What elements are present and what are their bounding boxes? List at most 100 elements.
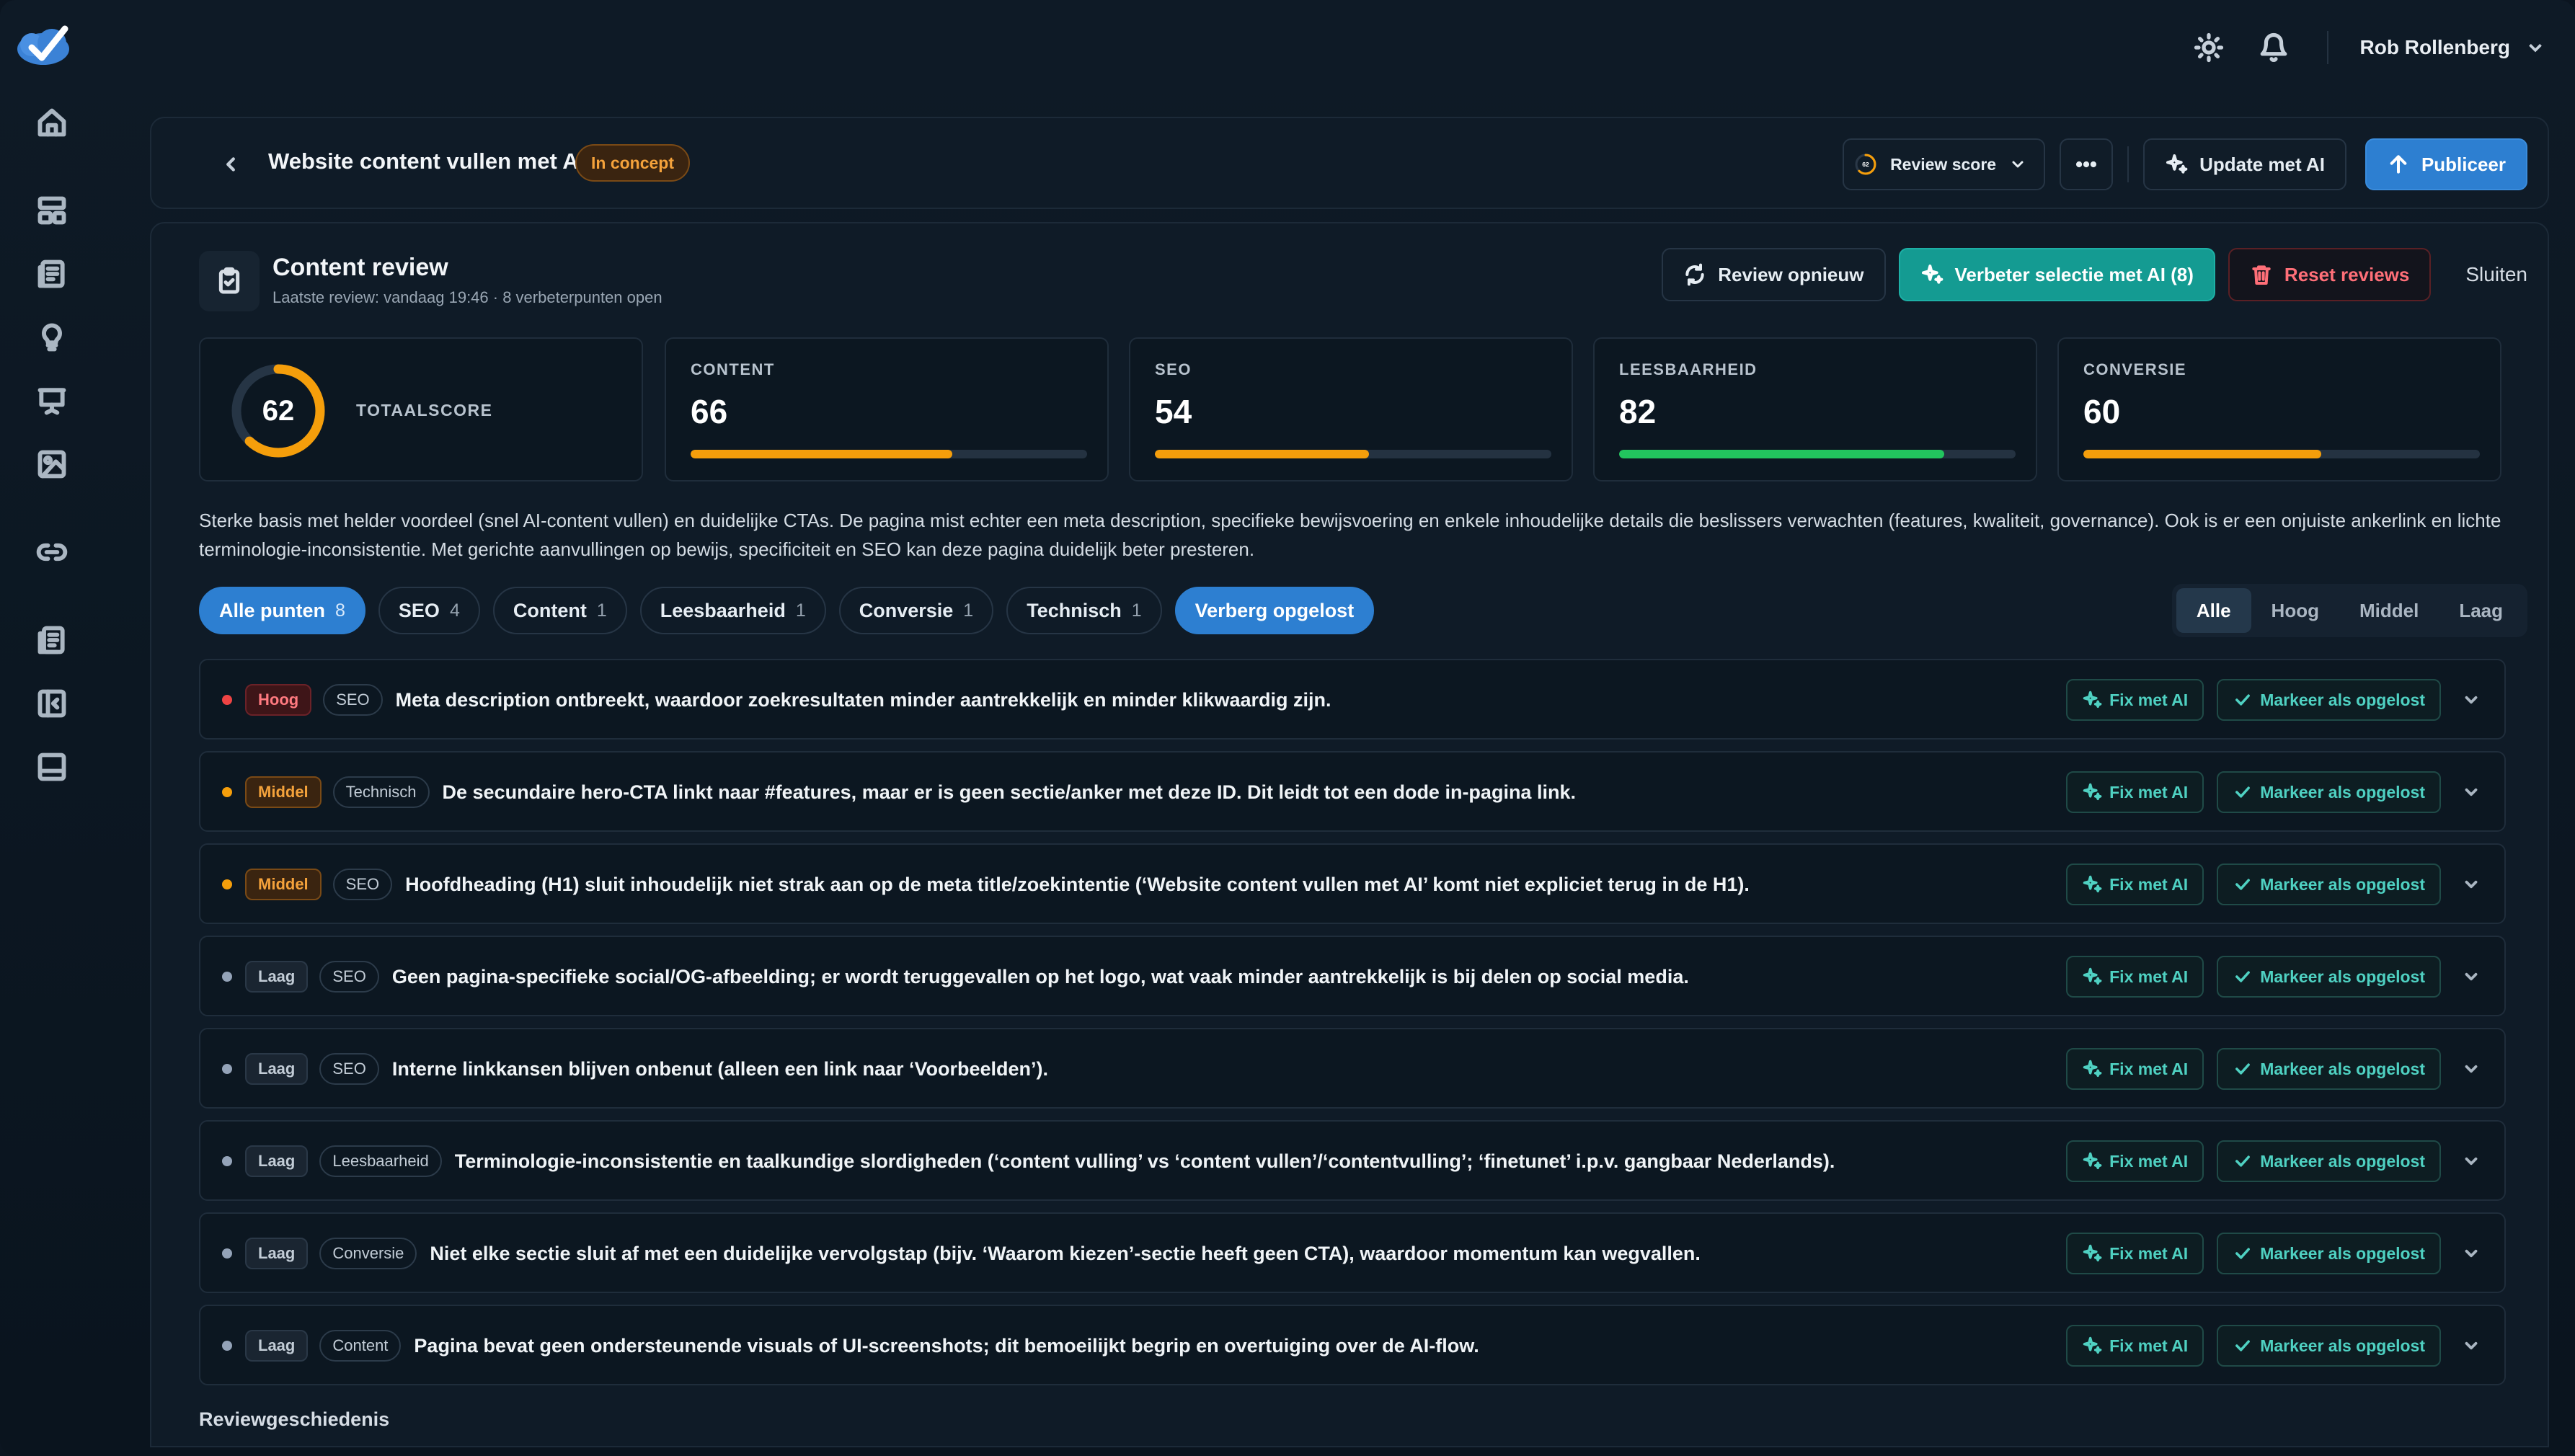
mark-resolved-button[interactable]: Markeer als opgelost [2217, 956, 2441, 998]
close-link[interactable]: Sluiten [2465, 263, 2527, 286]
filter-chip-leesbaarheid[interactable]: Leesbaarheid 1 [639, 587, 826, 634]
issue-row[interactable]: Hoog SEO Meta description ontbreekt, waard… [199, 659, 2506, 740]
user-menu[interactable]: Rob Rollenberg [2360, 36, 2546, 59]
category-tag: SEO [319, 1053, 379, 1085]
mark-resolved-button[interactable]: Markeer als opgelost [2217, 771, 2441, 813]
fix-with-ai-button[interactable]: Fix met AI [2066, 956, 2204, 998]
check-icon [2235, 1340, 2251, 1351]
issue-content: Laag Conversie Niet elke sectie sluit af m… [245, 1235, 1701, 1271]
filter-chip-technisch[interactable]: Technisch 1 [1006, 587, 1162, 634]
mark-resolved-label: Markeer als opgelost [2260, 1059, 2425, 1078]
severity-tab-hoog[interactable]: Hoog [2251, 588, 2339, 633]
publish-button[interactable]: Publiceer [2365, 138, 2527, 190]
score-card-label: SEO [1155, 360, 1192, 378]
category-tag: SEO [332, 869, 393, 900]
fix-with-ai-button[interactable]: Fix met AI [2066, 1325, 2204, 1367]
theme-toggle-icon[interactable] [2187, 26, 2230, 69]
expand-button[interactable] [2452, 773, 2490, 811]
severity-tab-middel[interactable]: Middel [2339, 588, 2439, 633]
review-score-value: 62 [1862, 161, 1869, 168]
panel-bottom-icon[interactable] [32, 747, 72, 787]
review-score-ring: 62 [1855, 154, 1876, 175]
fix-with-ai-button[interactable]: Fix met AI [2066, 1233, 2204, 1274]
issue-actions: Fix met AI Markeer als opgelost [2053, 1231, 2490, 1276]
hide-resolved-toggle[interactable]: Verberg opgelost [1174, 587, 1375, 634]
fix-with-ai-button[interactable]: Fix met AI [2066, 771, 2204, 813]
severity-tab-laag[interactable]: Laag [2439, 588, 2523, 633]
priority-badge: Middel [245, 776, 322, 808]
mark-resolved-button[interactable]: Markeer als opgelost [2217, 1140, 2441, 1182]
document-list-icon[interactable] [32, 620, 72, 660]
home-icon[interactable] [32, 102, 72, 143]
filter-chip-content[interactable]: Content 1 [492, 587, 627, 634]
mark-resolved-button[interactable]: Markeer als opgelost [2217, 1048, 2441, 1090]
category-tag: SEO [319, 961, 379, 993]
more-options-button[interactable] [2060, 138, 2114, 190]
issue-row[interactable]: Laag SEO Interne linkkansen blijven onbenu… [199, 1028, 2506, 1109]
filter-chip-alle-punten[interactable]: Alle punten 8 [199, 587, 365, 634]
pages-icon[interactable] [32, 254, 72, 294]
arrow-up-icon [2390, 155, 2407, 174]
issue-text: Meta description ontbreekt, waardoor zoe… [395, 688, 1331, 711]
check-icon [2235, 1248, 2251, 1259]
filter-chip-conversie[interactable]: Conversie 1 [838, 587, 994, 634]
reset-reviews-button[interactable]: Reset reviews [2228, 248, 2432, 301]
check-icon [2235, 1063, 2251, 1075]
review-score-label: Review score [1890, 154, 1997, 174]
publish-label: Publiceer [2421, 153, 2506, 175]
category-tag: Content [319, 1330, 402, 1362]
link-icon[interactable] [32, 532, 72, 572]
bell-icon[interactable] [2252, 26, 2295, 69]
mark-resolved-button[interactable]: Markeer als opgelost [2217, 1233, 2441, 1274]
fix-with-ai-button[interactable]: Fix met AI [2066, 679, 2204, 721]
logo[interactable] [10, 19, 82, 71]
score-progress-bar [2083, 450, 2480, 458]
sparkles-icon [2083, 1060, 2102, 1078]
issue-actions: Fix met AI Markeer als opgelost [2053, 1047, 2490, 1091]
filter-chip-label: Technisch [1027, 599, 1122, 621]
image-icon[interactable] [32, 444, 72, 484]
chevron-down-icon [2465, 1157, 2478, 1166]
sparkles-icon [2083, 1336, 2102, 1354]
expand-button[interactable] [2452, 1142, 2490, 1180]
issue-row[interactable]: Middel Technisch De secundaire hero-CTA li… [199, 751, 2506, 832]
issue-row[interactable]: Laag Conversie Niet elke sectie sluit af m… [199, 1212, 2506, 1293]
review-score-dropdown[interactable]: 62 Review score [1843, 138, 2046, 190]
expand-button[interactable] [2452, 1050, 2490, 1088]
score-card-label: LEESBAARHEID [1619, 360, 1758, 378]
mark-resolved-button[interactable]: Markeer als opgelost [2217, 679, 2441, 721]
chevron-down-icon [2012, 161, 2024, 168]
filter-chip-label: SEO [398, 599, 440, 621]
mark-resolved-button[interactable]: Markeer als opgelost [2217, 1325, 2441, 1367]
issue-row[interactable]: Laag SEO Geen pagina-specifieke social/OG-… [199, 936, 2506, 1016]
priority-dot [222, 695, 232, 705]
layout-icon[interactable] [32, 190, 72, 231]
fix-with-ai-button[interactable]: Fix met AI [2066, 864, 2204, 905]
filter-chip-seo[interactable]: SEO 4 [378, 587, 480, 634]
expand-button[interactable] [2452, 866, 2490, 903]
review-again-button[interactable]: Review opnieuw [1662, 248, 1886, 301]
sidebar-panel-icon[interactable] [32, 683, 72, 724]
chevron-down-icon [2465, 972, 2478, 981]
issue-row[interactable]: Laag Leesbaarheid Terminologie-inconsisten… [199, 1120, 2506, 1201]
back-button[interactable] [210, 144, 251, 185]
severity-tab-alle[interactable]: Alle [2176, 588, 2251, 633]
mark-resolved-label: Markeer als opgelost [2260, 782, 2425, 802]
update-with-ai-button[interactable]: Update met AI [2143, 138, 2346, 190]
expand-button[interactable] [2452, 958, 2490, 995]
presentation-icon[interactable] [32, 381, 72, 421]
expand-button[interactable] [2452, 681, 2490, 719]
filter-chip-label: Conversie [859, 599, 954, 621]
improve-selection-button[interactable]: Verbeter selectie met AI (8) [1898, 248, 2215, 301]
fix-with-ai-label: Fix met AI [2109, 1151, 2189, 1171]
expand-button[interactable] [2452, 1235, 2490, 1272]
issue-row[interactable]: Middel SEO Hoofdheading (H1) sluit inhoude… [199, 843, 2506, 924]
fix-with-ai-button[interactable]: Fix met AI [2066, 1048, 2204, 1090]
review-history-heading: Reviewgeschiedenis [199, 1408, 390, 1430]
lightbulb-icon[interactable] [32, 317, 72, 358]
mark-resolved-button[interactable]: Markeer als opgelost [2217, 864, 2441, 905]
expand-button[interactable] [2452, 1327, 2490, 1364]
fix-with-ai-button[interactable]: Fix met AI [2066, 1140, 2204, 1182]
sparkles-icon [2083, 875, 2102, 893]
issue-row[interactable]: Laag Content Pagina bevat geen ondersteune… [199, 1305, 2506, 1385]
